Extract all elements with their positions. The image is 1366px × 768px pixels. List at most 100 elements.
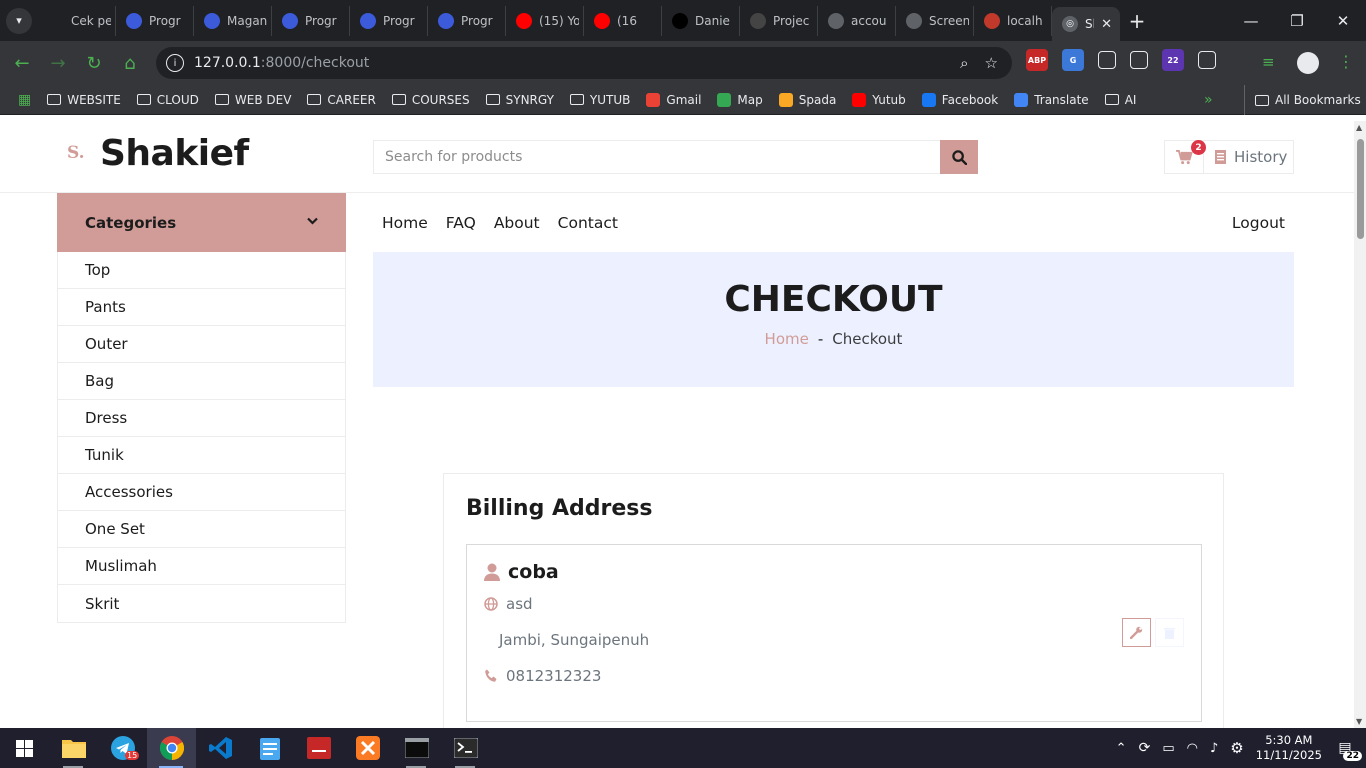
search-button[interactable]	[940, 140, 978, 174]
bookmark-item[interactable]: COURSES	[384, 93, 478, 107]
bookmark-item[interactable]: WEBSITE	[39, 93, 129, 107]
category-item[interactable]: Skrit	[58, 585, 345, 622]
category-item[interactable]: Accessories	[58, 474, 345, 511]
browser-tab[interactable]: Projec	[740, 5, 818, 36]
logout-link[interactable]: Logout	[1232, 214, 1285, 232]
system-clock[interactable]: 5:30 AM 11/11/2025	[1256, 733, 1322, 763]
apps-button[interactable]: ▦	[10, 92, 39, 108]
category-item[interactable]: Outer	[58, 326, 345, 363]
profile-avatar[interactable]	[1297, 52, 1319, 74]
category-item[interactable]: Bag	[58, 363, 345, 400]
browser-tab[interactable]: Cek pe	[38, 5, 116, 36]
taskbar-file-explorer[interactable]	[49, 728, 98, 768]
reading-list-icon[interactable]: ≡	[1262, 53, 1275, 71]
home-button[interactable]: ⌂	[112, 45, 148, 81]
extension-icon[interactable]: G	[1062, 49, 1084, 71]
browser-tab[interactable]: Progr	[428, 5, 506, 36]
logo-text[interactable]: Shakief	[100, 133, 249, 174]
nav-link-home[interactable]: Home	[373, 214, 437, 232]
taskbar-terminal[interactable]	[441, 728, 490, 768]
browser-tab[interactable]: (15) Yo	[506, 5, 584, 36]
taskbar-chrome[interactable]	[147, 728, 196, 768]
browser-tab[interactable]: Danie	[662, 5, 740, 36]
chevron-up-icon[interactable]: ⌃	[1116, 741, 1127, 756]
category-item[interactable]: Top	[58, 252, 345, 289]
taskbar-xampp[interactable]	[343, 728, 392, 768]
page-scrollbar[interactable]: ▲ ▼	[1354, 121, 1366, 728]
bookmark-item[interactable]: Translate	[1006, 92, 1097, 107]
browser-tab[interactable]: Magan	[194, 5, 272, 36]
taskbar-vscode[interactable]	[196, 728, 245, 768]
address-bar[interactable]: i 127.0.0.1:8000/checkout ⌕ ☆	[156, 47, 1012, 79]
bookmark-item[interactable]: AI	[1097, 93, 1145, 107]
tab-active[interactable]: ◎ Sh ✕	[1052, 7, 1120, 41]
minimize-icon[interactable]: —	[1228, 0, 1274, 41]
new-tab-button[interactable]: +	[1120, 9, 1154, 33]
nav-link-contact[interactable]: Contact	[549, 214, 627, 232]
extension-icon[interactable]	[1098, 51, 1116, 69]
bookmark-item[interactable]: Facebook	[914, 92, 1006, 107]
back-button[interactable]: ←	[4, 45, 40, 81]
bookmark-item[interactable]: SYNRGY	[478, 93, 562, 107]
wifi-icon[interactable]: ◠	[1187, 741, 1198, 756]
browser-tab[interactable]: localh	[974, 5, 1052, 36]
extension-icon[interactable]: 22	[1162, 49, 1184, 71]
reload-button[interactable]: ↻	[76, 45, 112, 81]
browser-tab[interactable]: accou	[818, 5, 896, 36]
bookmark-item[interactable]: CAREER	[299, 93, 383, 107]
category-item[interactable]: Muslimah	[58, 548, 345, 585]
scroll-up-icon[interactable]: ▲	[1356, 123, 1362, 132]
bookmark-item[interactable]: Yutub	[844, 92, 914, 107]
bookmark-item[interactable]: WEB DEV	[207, 93, 300, 107]
scroll-down-icon[interactable]: ▼	[1356, 717, 1362, 726]
taskbar-telegram[interactable]: 15	[98, 728, 147, 768]
breadcrumb-home[interactable]: Home	[765, 330, 809, 348]
bookmark-item[interactable]: CLOUD	[129, 93, 207, 107]
history-button[interactable]: History	[1204, 141, 1293, 173]
close-window-icon[interactable]: ✕	[1320, 0, 1366, 41]
notification-center[interactable]: ▤ 22	[1334, 738, 1362, 761]
browser-tab[interactable]: (16	[584, 5, 662, 36]
bookmark-star-icon[interactable]: ☆	[985, 54, 998, 72]
extension-icon[interactable]	[1130, 51, 1148, 69]
bookmark-item[interactable]: Spada	[771, 92, 845, 107]
zoom-icon[interactable]: ⌕	[960, 54, 968, 72]
extension-icon[interactable]	[1198, 51, 1216, 69]
category-item[interactable]: One Set	[58, 511, 345, 548]
bookmark-item[interactable]: Map	[709, 92, 770, 107]
logo-mark[interactable]: S.	[67, 143, 85, 163]
battery-icon[interactable]: ▭	[1162, 741, 1174, 756]
forward-button[interactable]: →	[40, 45, 76, 81]
taskbar-cmd[interactable]	[392, 728, 441, 768]
cart-button[interactable]: 2	[1165, 140, 1206, 173]
browser-tab[interactable]: Progr	[116, 5, 194, 36]
start-button[interactable]	[0, 728, 49, 768]
browser-tab[interactable]: Progr	[272, 5, 350, 36]
browser-tab[interactable]: Progr	[350, 5, 428, 36]
more-bookmarks-icon[interactable]: »	[1204, 85, 1213, 115]
tab-search-button[interactable]: ▾	[0, 0, 38, 41]
categories-toggle[interactable]: Categories	[57, 193, 346, 252]
all-bookmarks-button[interactable]: All Bookmarks	[1244, 85, 1361, 115]
category-item[interactable]: Tunik	[58, 437, 345, 474]
close-tab-icon[interactable]: ✕	[1101, 17, 1112, 32]
restore-icon[interactable]: ❐	[1274, 0, 1320, 41]
taskbar-notepad[interactable]	[245, 728, 294, 768]
extension-icon[interactable]: ABP	[1026, 49, 1048, 71]
nav-link-faq[interactable]: FAQ	[437, 214, 485, 232]
search-input[interactable]	[373, 140, 940, 174]
volume-icon[interactable]: ♪	[1210, 741, 1218, 756]
bookmark-item[interactable]: YUTUB	[562, 93, 638, 107]
edit-address-button[interactable]	[1122, 618, 1151, 647]
address-card[interactable]: coba asd Jambi, Sungaipenuh 0812312323	[466, 544, 1202, 722]
delete-address-button[interactable]	[1155, 618, 1184, 647]
settings-gear-icon[interactable]: ⚙	[1230, 739, 1243, 757]
kebab-menu-icon[interactable]: ⋮	[1338, 52, 1354, 71]
sync-icon[interactable]: ⟳	[1139, 740, 1151, 756]
site-info-icon[interactable]: i	[166, 54, 184, 72]
category-item[interactable]: Pants	[58, 289, 345, 326]
browser-tab[interactable]: Screen	[896, 5, 974, 36]
scrollbar-thumb[interactable]	[1357, 139, 1364, 239]
nav-link-about[interactable]: About	[485, 214, 549, 232]
bookmark-item[interactable]: Gmail	[638, 92, 709, 107]
